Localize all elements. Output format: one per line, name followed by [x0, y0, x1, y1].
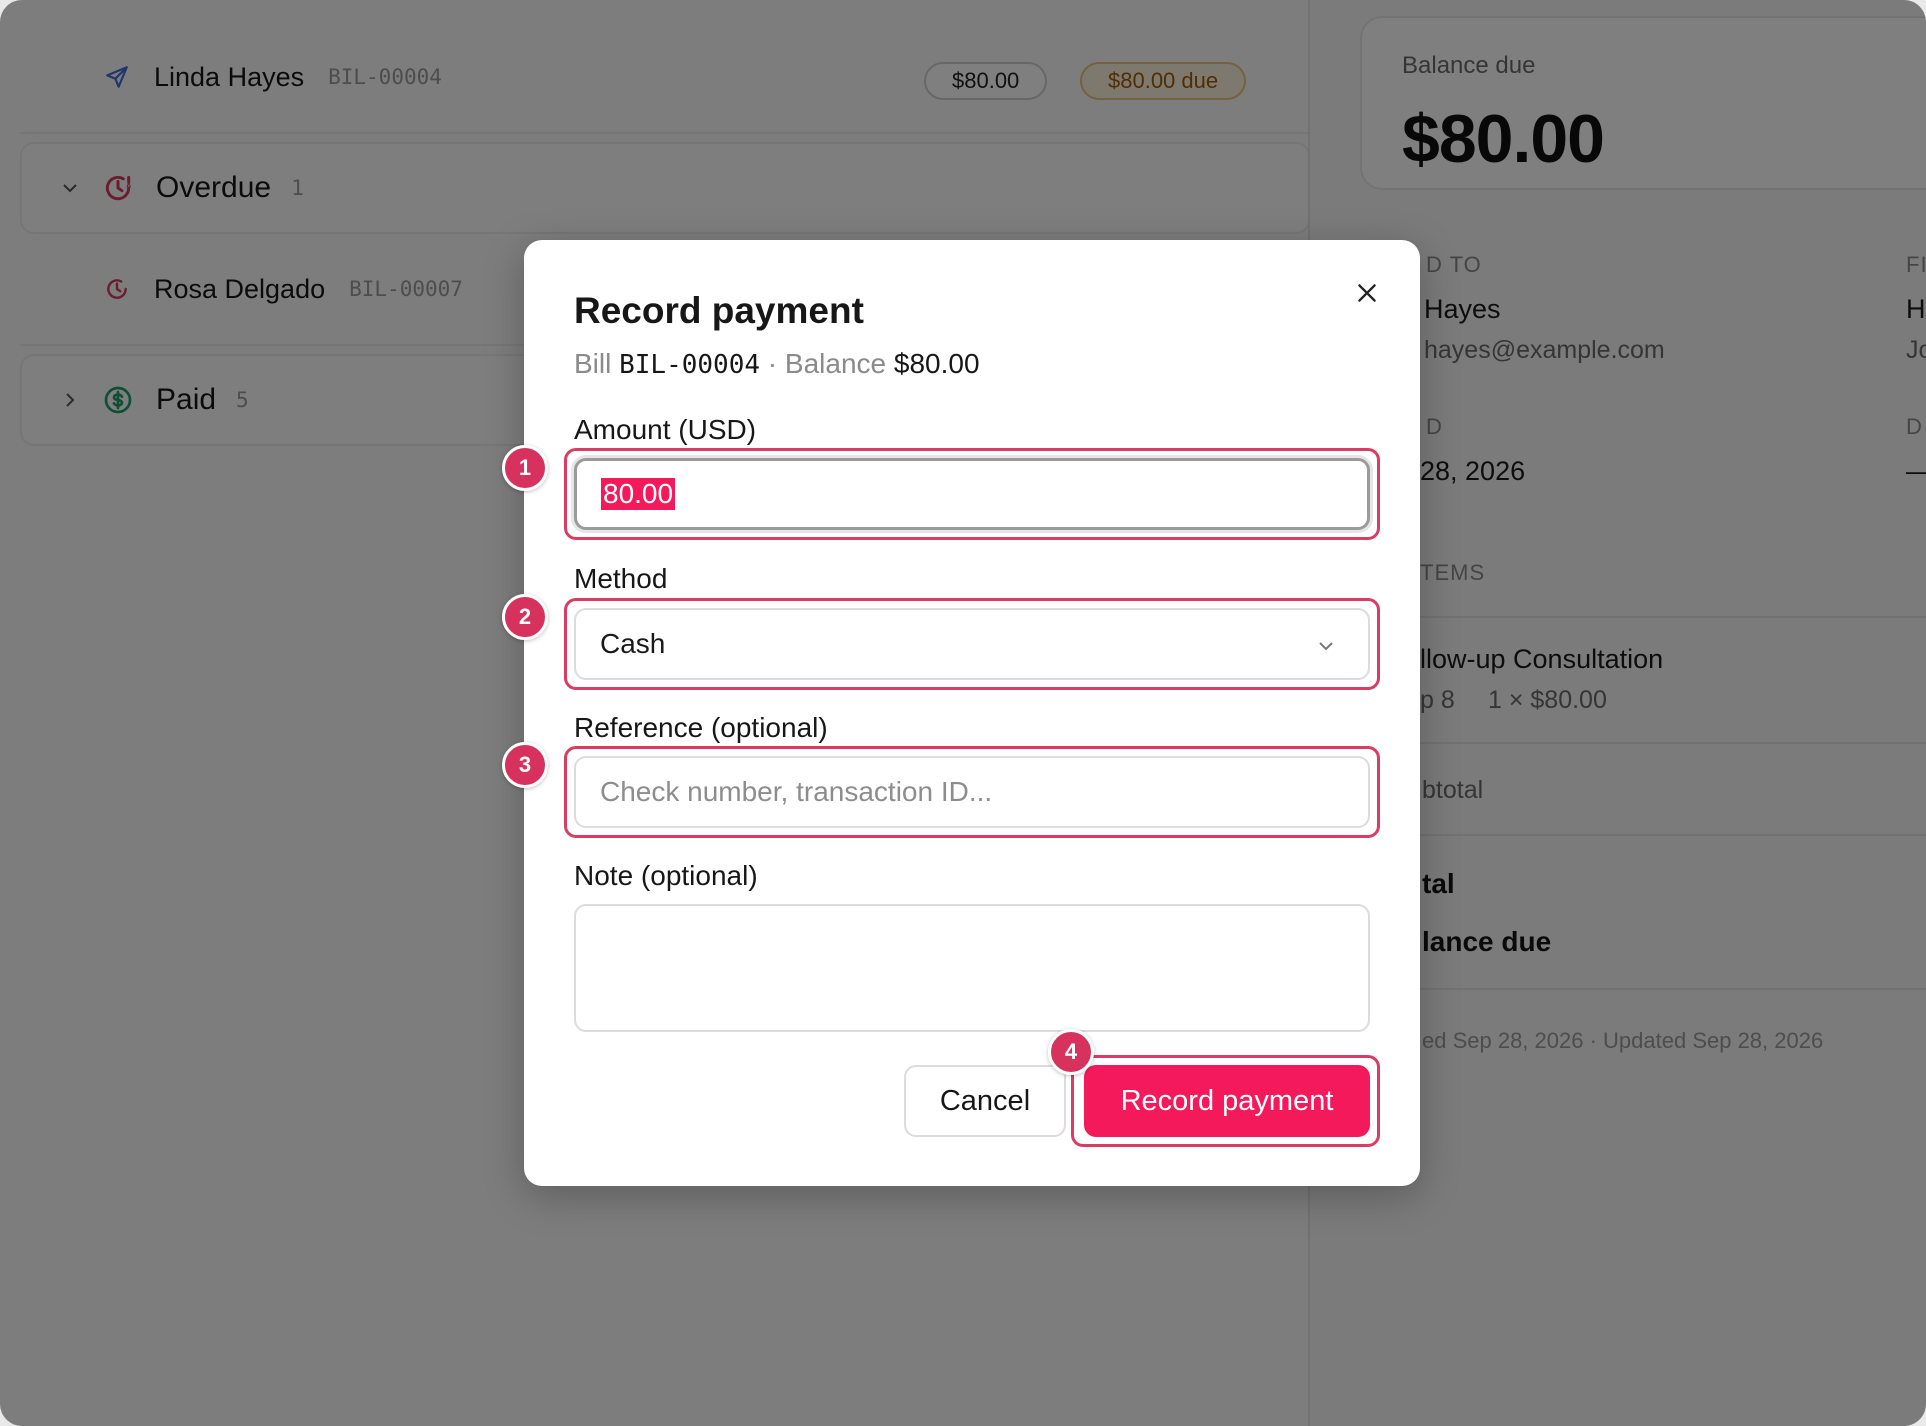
- highlight-amount: [564, 448, 1380, 540]
- dialog-subtitle: Bill BIL-00004 · Balance $80.00: [574, 348, 980, 380]
- reference-label: Reference (optional): [574, 712, 828, 743]
- amount-label: Amount (USD): [574, 414, 757, 445]
- app-page: Linda Hayes BIL-00004 $80.00 $80.00 due …: [0, 0, 1926, 1426]
- annotation-badge: 1: [502, 445, 548, 491]
- note-textarea[interactable]: [574, 904, 1370, 1032]
- cancel-button[interactable]: Cancel: [904, 1065, 1066, 1137]
- separator: ·: [767, 348, 778, 379]
- record-payment-dialog: Record payment Bill BIL-00004 · Balance …: [502, 240, 1420, 1186]
- annotation-badge: 4: [1048, 1029, 1094, 1075]
- note-label: Note (optional): [574, 860, 758, 891]
- annotation-badge: 3: [502, 742, 548, 788]
- bill-id: BIL-00004: [619, 350, 761, 380]
- bill-prefix: Bill: [574, 348, 612, 379]
- annotation-badge: 2: [502, 594, 548, 640]
- balance-value: $80.00: [893, 348, 980, 379]
- highlight-method: [564, 598, 1380, 690]
- method-label: Method: [574, 563, 668, 594]
- dialog-title: Record payment: [574, 290, 864, 331]
- close-button[interactable]: [1350, 276, 1384, 310]
- balance-prefix: Balance: [784, 348, 887, 379]
- highlight-reference: [564, 746, 1380, 838]
- close-icon: [1358, 284, 1376, 302]
- highlight-submit: [1071, 1055, 1380, 1147]
